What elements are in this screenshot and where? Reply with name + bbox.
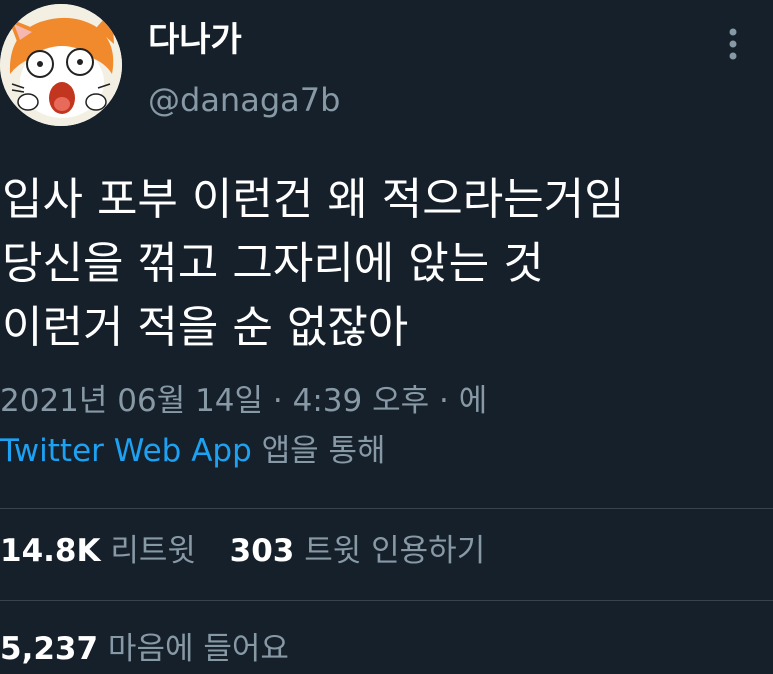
retweets-label: 리트윗: [110, 533, 196, 569]
engagement-stats: 14.8K 리트윗 303 트윗 인용하기: [0, 530, 485, 572]
user-handle[interactable]: @danaga7b: [148, 80, 340, 120]
tweet-timestamp: 2021년 06월 14일 · 4:39 오후 · 에: [0, 380, 487, 422]
source-app-link[interactable]: Twitter Web App: [0, 433, 252, 469]
separator: ·: [272, 383, 283, 419]
more-vertical-icon: [729, 28, 737, 60]
divider: [0, 508, 773, 509]
separator: ·: [439, 383, 449, 419]
tweet-source: Twitter Web App 앱을 통해: [0, 430, 386, 472]
tweet-line: 입사 포부 이런건 왜 적으라는거임: [2, 174, 625, 225]
tweet-text: 입사 포부 이런건 왜 적으라는거임 당신을 꺾고 그자리에 앉는 것 이런거 …: [2, 168, 625, 360]
likes-label: 마음에 들어요: [107, 631, 289, 667]
more-options-button[interactable]: [718, 26, 748, 62]
divider: [0, 600, 773, 601]
tweet-line: 이런거 적을 순 없잖아: [2, 302, 409, 353]
avatar[interactable]: [0, 4, 122, 126]
tweet-time[interactable]: 4:39 오후: [293, 383, 430, 419]
hamster-avatar-icon: [0, 4, 122, 126]
quotes-count: 303: [229, 533, 295, 569]
likes-stat[interactable]: 5,237 마음에 들어요: [0, 631, 289, 667]
likes-count: 5,237: [0, 631, 99, 667]
quotes-label: 트윗 인용하기: [304, 533, 486, 569]
retweets-count: 14.8K: [0, 533, 101, 569]
likes-row: 5,237 마음에 들어요: [0, 628, 289, 670]
retweets-stat[interactable]: 14.8K 리트윗: [0, 533, 206, 569]
tweet-date[interactable]: 2021년 06월 14일: [0, 383, 263, 419]
tweet-line: 당신을 꺾고 그자리에 앉는 것: [2, 238, 544, 289]
via-suffix: 앱을 통해: [261, 433, 386, 469]
display-name[interactable]: 다나가: [148, 18, 242, 62]
quotes-stat[interactable]: 303 트윗 인용하기: [230, 533, 486, 569]
via-prefix: 에: [458, 383, 488, 419]
